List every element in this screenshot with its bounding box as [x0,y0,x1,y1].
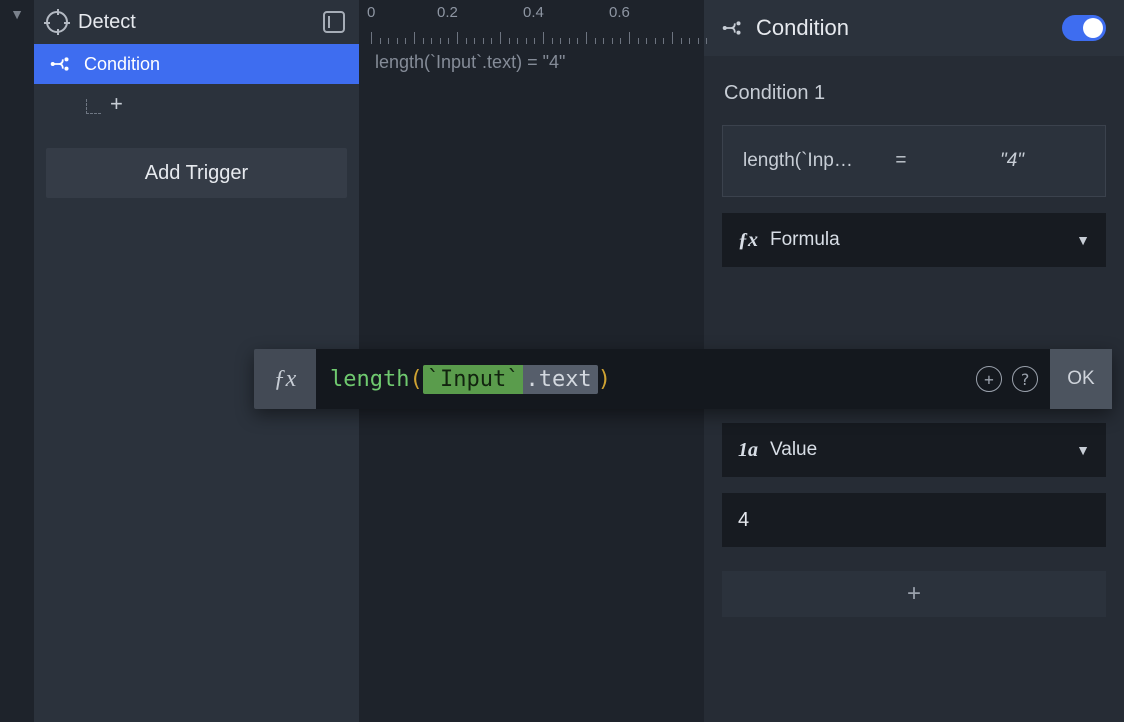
condition-lhs: length(`Inp… [743,150,863,172]
token-function: length [330,367,409,392]
panel-toggle-icon[interactable] [323,11,345,33]
chevron-down-icon: ▼ [1076,232,1090,248]
value-input[interactable]: 4 [722,493,1106,547]
value-type-label: Value [770,439,817,461]
ruler-label: 0 [367,4,375,21]
inspector-title: Condition [756,15,849,41]
token-property: .text [523,365,597,394]
plus-icon: + [110,91,123,117]
gutter: ▼ [0,0,34,722]
token-paren: ) [598,367,611,392]
condition-summary[interactable]: length(`Inp… = "4" [722,125,1106,197]
tree-item-label: Condition [84,54,160,75]
condition-section-label: Condition 1 [724,82,1106,105]
add-trigger-button[interactable]: Add Trigger [46,148,347,198]
fx-icon: ƒx [738,229,758,252]
condition-enabled-toggle[interactable] [1062,15,1106,41]
tree-item-condition[interactable]: Condition [34,44,359,84]
formula-type-label: Formula [770,229,840,251]
condition-icon [722,17,744,39]
formula-add-button[interactable]: + [976,366,1002,392]
token-reference: `Input` [423,365,524,394]
condition-icon [50,53,72,75]
formula-help-button[interactable]: ? [1012,366,1038,392]
timeline-ruler[interactable]: 0 0.2 0.4 0.6 [359,0,704,44]
value-type-select[interactable]: 1a Value ▼ [722,423,1106,477]
formula-editor: ƒx length ( `Input` .text ) + ? OK [254,349,1112,409]
collapse-icon[interactable]: ▼ [10,6,24,22]
ruler-label: 0.2 [437,4,458,21]
left-panel-header: Detect [34,0,359,44]
add-condition-button[interactable]: + [722,571,1106,617]
chevron-down-icon: ▼ [1076,442,1090,458]
detect-icon [46,11,68,33]
condition-op: = [867,150,935,172]
fx-icon: ƒx [254,349,316,409]
trigger-title: Detect [78,11,136,34]
ruler-label: 0.6 [609,4,630,21]
formula-type-select[interactable]: ƒx Formula ▼ [722,213,1106,267]
formula-ok-button[interactable]: OK [1050,349,1112,409]
value-icon: 1a [738,439,758,462]
formula-code-input[interactable]: length ( `Input` .text ) + ? [316,349,1050,409]
trigger-tree: Condition + [34,44,359,124]
token-paren: ( [409,367,422,392]
inspector-header: Condition [704,0,1124,56]
tree-add-action[interactable]: + [34,84,359,124]
condition-rhs: "4" [939,150,1085,172]
condition-expression-preview: length(`Input`.text) = "4" [375,52,565,73]
ruler-label: 0.4 [523,4,544,21]
